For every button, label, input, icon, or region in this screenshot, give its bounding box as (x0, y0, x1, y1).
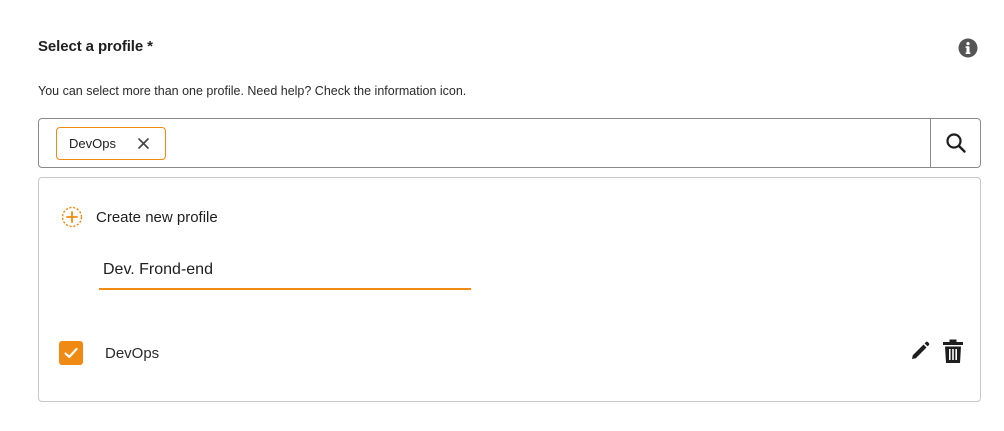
selected-chip-devops[interactable]: DevOps (56, 127, 166, 160)
page-title: Select a profile * (38, 38, 153, 55)
profile-checkbox[interactable] (59, 341, 83, 365)
search-button[interactable] (931, 119, 981, 167)
search-icon (946, 133, 966, 153)
profile-label: DevOps (105, 344, 160, 362)
plus-circle-icon (61, 206, 83, 228)
chip-label: DevOps (69, 136, 116, 151)
pencil-icon[interactable] (908, 339, 932, 363)
create-profile-label: Create new profile (96, 208, 218, 226)
check-icon (64, 347, 78, 359)
profile-selector-page: Select a profile * You can select more t… (0, 0, 1004, 431)
new-profile-name-input[interactable] (99, 256, 471, 290)
close-icon[interactable] (136, 136, 151, 151)
create-profile-button[interactable]: Create new profile (61, 206, 218, 228)
helper-text: You can select more than one profile. Ne… (38, 84, 467, 98)
profile-list-item[interactable]: DevOps (59, 336, 964, 370)
info-icon[interactable] (958, 38, 978, 58)
profile-search-field[interactable]: DevOps (38, 118, 981, 168)
profile-row-actions (908, 338, 964, 364)
trash-icon[interactable] (942, 338, 964, 364)
profile-dropdown-panel: Create new profile DevOps (38, 177, 981, 402)
